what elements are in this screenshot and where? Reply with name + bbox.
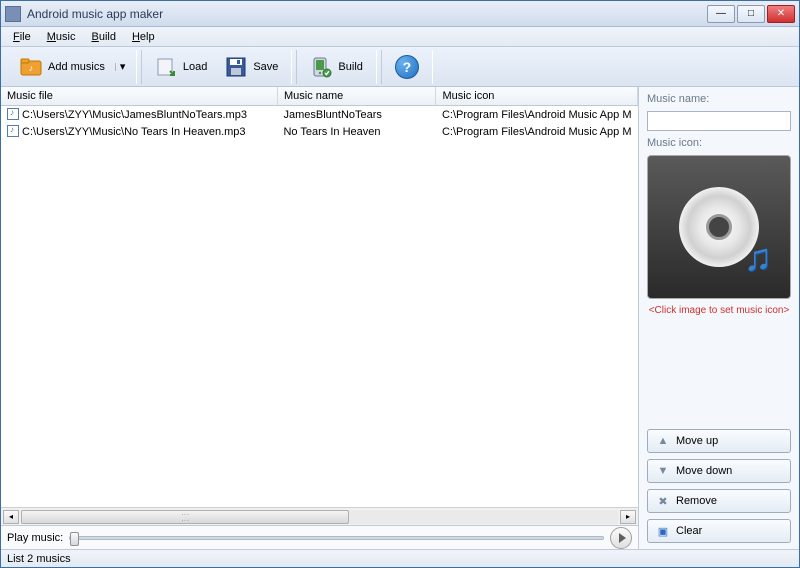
- cell-file: C:\Users\ZYY\Music\JamesBluntNoTears.mp3: [22, 109, 247, 121]
- cell-icon: C:\Program Files\Android Music App M: [436, 106, 638, 124]
- build-label: Build: [338, 61, 362, 73]
- col-music-icon[interactable]: Music icon: [436, 87, 638, 106]
- titlebar: Android music app maker — □ ✕: [1, 1, 799, 27]
- table-header-row: Music file Music name Music icon: [1, 87, 638, 106]
- close-button[interactable]: ✕: [767, 5, 795, 23]
- music-file-icon: [7, 108, 19, 120]
- play-slider[interactable]: [69, 536, 604, 540]
- slider-thumb[interactable]: [70, 532, 79, 546]
- load-button[interactable]: Load: [146, 52, 216, 82]
- window-title: Android music app maker: [27, 7, 707, 21]
- statusbar: List 2 musics: [1, 549, 799, 567]
- build-icon: [310, 56, 332, 78]
- table-row[interactable]: C:\Users\ZYY\Music\JamesBluntNoTears.mp3…: [1, 106, 638, 124]
- move-up-label: Move up: [676, 435, 718, 447]
- app-window: Android music app maker — □ ✕ File Music…: [0, 0, 800, 568]
- minimize-button[interactable]: —: [707, 5, 735, 23]
- music-file-icon: [7, 125, 19, 137]
- music-icon-preview[interactable]: ♫: [647, 155, 791, 299]
- menu-build[interactable]: Build: [83, 29, 123, 45]
- remove-icon: ✖: [656, 494, 670, 508]
- help-button[interactable]: ?: [386, 52, 428, 82]
- toolbar: ♪ Add musics ▾ Load Save: [1, 47, 799, 87]
- move-up-button[interactable]: ▲ Move up: [647, 429, 791, 453]
- add-musics-button[interactable]: ♪ Add musics ▾: [11, 52, 132, 82]
- save-label: Save: [253, 61, 278, 73]
- menu-build-label: uild: [99, 31, 116, 43]
- app-icon: [5, 6, 21, 22]
- music-icon-label: Music icon:: [647, 137, 791, 149]
- menu-file-label: ile: [20, 31, 31, 43]
- svg-text:♪: ♪: [29, 63, 34, 73]
- add-musics-label: Add musics: [48, 61, 105, 73]
- col-music-name[interactable]: Music name: [277, 87, 436, 106]
- cell-name: JamesBluntNoTears: [277, 106, 436, 124]
- play-icon: [619, 533, 626, 543]
- col-music-file[interactable]: Music file: [1, 87, 277, 106]
- load-label: Load: [183, 61, 207, 73]
- build-button[interactable]: Build: [301, 52, 371, 82]
- note-icon: ♫: [744, 237, 773, 280]
- arrow-up-icon: ▲: [656, 434, 670, 448]
- floppy-icon: [225, 56, 247, 78]
- clear-button[interactable]: ▣ Clear: [647, 519, 791, 543]
- maximize-button[interactable]: □: [737, 5, 765, 23]
- menu-help[interactable]: Help: [124, 29, 163, 45]
- play-label: Play music:: [7, 532, 63, 544]
- move-down-button[interactable]: ▼ Move down: [647, 459, 791, 483]
- help-icon: ?: [395, 55, 419, 79]
- cell-file: C:\Users\ZYY\Music\No Tears In Heaven.mp…: [22, 126, 246, 138]
- scroll-left-icon[interactable]: ◂: [3, 510, 19, 524]
- table-row[interactable]: C:\Users\ZYY\Music\No Tears In Heaven.mp…: [1, 123, 638, 140]
- music-table[interactable]: Music file Music name Music icon C:\User…: [1, 87, 638, 507]
- menu-file[interactable]: File: [5, 29, 39, 45]
- chevron-down-icon[interactable]: ▾: [115, 63, 123, 71]
- menu-music-label: usic: [56, 31, 76, 43]
- play-button[interactable]: [610, 527, 632, 549]
- menu-music[interactable]: Music: [39, 29, 84, 45]
- remove-button[interactable]: ✖ Remove: [647, 489, 791, 513]
- cell-name: No Tears In Heaven: [277, 123, 436, 140]
- right-pane: Music name: Music icon: ♫ <Click image t…: [639, 87, 799, 549]
- left-pane: Music file Music name Music icon C:\User…: [1, 87, 639, 549]
- load-icon: [155, 56, 177, 78]
- scroll-thumb[interactable]: [21, 510, 349, 524]
- horizontal-scrollbar[interactable]: ◂ ▸: [1, 507, 638, 525]
- clear-label: Clear: [676, 525, 702, 537]
- scroll-right-icon[interactable]: ▸: [620, 510, 636, 524]
- main-area: Music file Music name Music icon C:\User…: [1, 87, 799, 549]
- playbar: Play music:: [1, 525, 638, 549]
- save-button[interactable]: Save: [216, 52, 287, 82]
- status-text: List 2 musics: [7, 553, 71, 565]
- clear-icon: ▣: [656, 524, 670, 538]
- remove-label: Remove: [676, 495, 717, 507]
- menu-help-label: elp: [140, 31, 155, 43]
- arrow-down-icon: ▼: [656, 464, 670, 478]
- cell-icon: C:\Program Files\Android Music App M: [436, 123, 638, 140]
- music-name-label: Music name:: [647, 93, 791, 105]
- scroll-track[interactable]: [21, 510, 618, 524]
- music-folder-icon: ♪: [20, 56, 42, 78]
- icon-hint: <Click image to set music icon>: [647, 305, 791, 316]
- menubar: File Music Build Help: [1, 27, 799, 47]
- move-down-label: Move down: [676, 465, 732, 477]
- music-name-input[interactable]: [647, 111, 791, 131]
